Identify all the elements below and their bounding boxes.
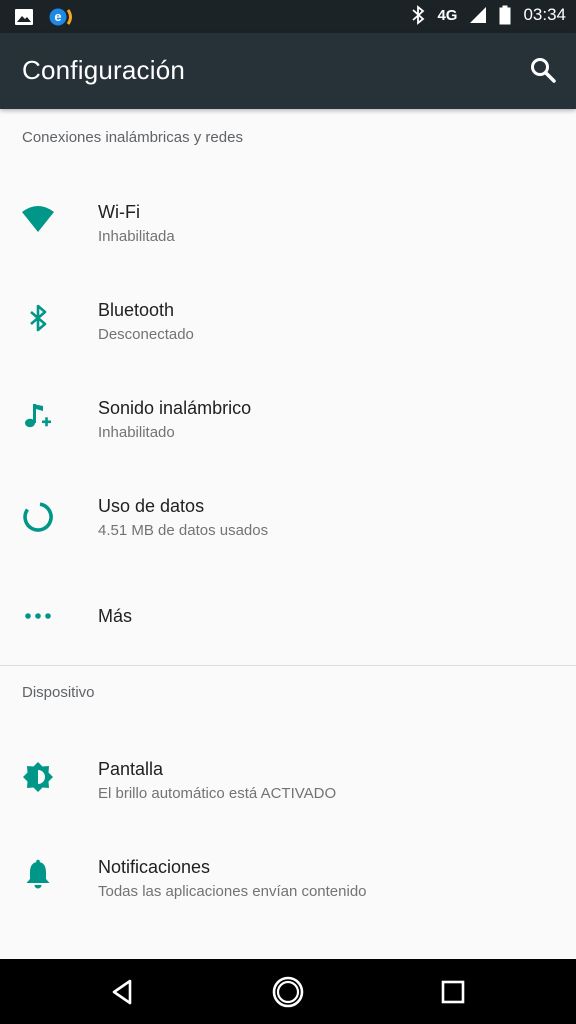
settings-item-title: Bluetooth bbox=[98, 300, 175, 320]
back-icon bbox=[112, 979, 132, 1005]
wifi-icon bbox=[22, 206, 54, 232]
data-usage-icon bbox=[23, 502, 53, 532]
settings-item-subtitle: El brillo automático está ACTIVADO bbox=[98, 785, 337, 802]
bell-icon bbox=[26, 859, 50, 889]
settings-item-title: Pantalla bbox=[98, 759, 164, 779]
section-header-wireless: Conexiones inalámbricas y redes bbox=[22, 129, 243, 146]
home-button[interactable] bbox=[269, 973, 307, 1011]
status-bar: e 4G 03:34 bbox=[0, 0, 576, 33]
section-divider bbox=[0, 665, 576, 666]
settings-item-title: Más bbox=[98, 606, 133, 626]
app-logo-icon: e bbox=[49, 8, 72, 26]
settings-item-display[interactable]: Pantalla El brillo automático está ACTIV… bbox=[0, 729, 576, 827]
settings-item-partial[interactable] bbox=[0, 925, 576, 959]
music-note-plus-icon bbox=[25, 404, 51, 428]
page-title: Configuración bbox=[22, 55, 186, 85]
network-type: 4G bbox=[437, 6, 458, 24]
section-header-device: Dispositivo bbox=[22, 684, 95, 701]
settings-item-bluetooth[interactable]: Bluetooth Desconectado bbox=[0, 270, 576, 368]
brightness-icon bbox=[23, 762, 53, 792]
home-icon bbox=[272, 976, 304, 1008]
settings-item-subtitle: Inhabilitada bbox=[98, 228, 175, 245]
settings-item-wireless-sound[interactable]: Sonido inalámbrico Inhabilitado bbox=[0, 368, 576, 466]
settings-item-notifications[interactable]: Notificaciones Todas las aplicaciones en… bbox=[0, 827, 576, 925]
app-bar: Configuración bbox=[0, 33, 576, 109]
settings-item-data-usage[interactable]: Uso de datos 4.51 MB de datos usados bbox=[0, 466, 576, 564]
battery-icon bbox=[499, 5, 511, 25]
bluetooth-icon bbox=[30, 304, 47, 332]
settings-item-more[interactable]: Más bbox=[0, 564, 576, 654]
image-icon bbox=[15, 9, 33, 25]
settings-list: Conexiones inalámbricas y redes Wi-Fi In… bbox=[0, 109, 576, 959]
recents-icon bbox=[441, 980, 465, 1004]
settings-item-subtitle: 4.51 MB de datos usados bbox=[98, 522, 269, 539]
settings-item-title: Wi-Fi bbox=[98, 202, 140, 222]
settings-item-wifi[interactable]: Wi-Fi Inhabilitada bbox=[0, 172, 576, 270]
search-button[interactable] bbox=[528, 55, 558, 85]
settings-item-title: Uso de datos bbox=[98, 496, 205, 516]
settings-item-subtitle: Desconectado bbox=[98, 326, 194, 343]
recents-button[interactable] bbox=[434, 973, 472, 1011]
settings-item-title: Sonido inalámbrico bbox=[98, 398, 252, 418]
settings-item-subtitle: Inhabilitado bbox=[98, 424, 175, 441]
signal-icon bbox=[470, 7, 487, 23]
search-icon bbox=[531, 58, 556, 83]
navigation-bar bbox=[0, 959, 576, 1024]
svg-text:e: e bbox=[54, 9, 61, 24]
more-horizontal-icon bbox=[25, 613, 51, 619]
settings-item-subtitle: Todas las aplicaciones envían contenido bbox=[98, 883, 367, 900]
settings-item-title: Notificaciones bbox=[98, 857, 211, 877]
back-button[interactable] bbox=[104, 973, 142, 1011]
bluetooth-icon bbox=[412, 5, 425, 25]
clock: 03:34 bbox=[523, 5, 566, 24]
